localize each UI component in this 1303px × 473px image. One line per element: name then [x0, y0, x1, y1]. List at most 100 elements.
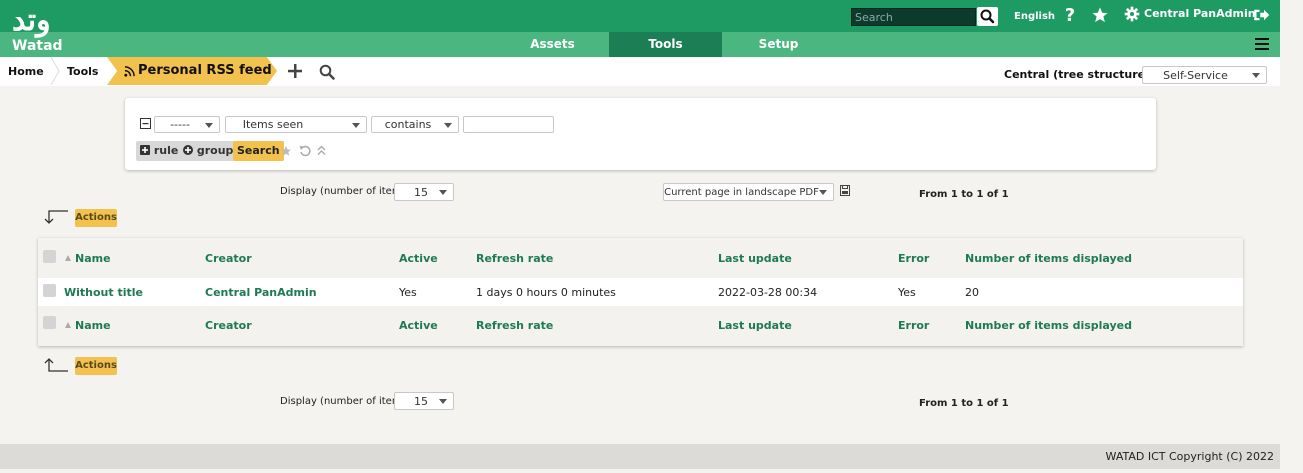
chevron-down-icon — [439, 190, 447, 195]
column-footer-items-displayed[interactable]: Number of items displayed — [965, 319, 1132, 332]
column-footer-refresh-rate[interactable]: Refresh rate — [476, 319, 553, 332]
profile-select[interactable]: Self-Service — [1142, 66, 1267, 84]
app-logo[interactable]: وتد Watad — [8, 3, 78, 55]
row-refresh-rate: 1 days 0 hours 0 minutes — [476, 286, 616, 299]
criteria-operator-value: contains — [384, 118, 432, 131]
table-header-row: Name Creator Active Refresh rate Last up… — [38, 238, 1243, 278]
reset-search-icon[interactable] — [299, 145, 311, 157]
criteria-field-value: Items seen — [242, 118, 304, 131]
star-favorite-icon[interactable] — [1091, 6, 1109, 24]
chevron-down-icon — [444, 122, 452, 128]
add-group-label: group — [196, 144, 234, 157]
gear-icon[interactable] — [1124, 6, 1140, 22]
logo-glyph: وتد — [12, 3, 53, 38]
add-rule-label: rule — [153, 144, 179, 157]
sort-asc-icon[interactable] — [65, 255, 71, 261]
criteria-link-value: ----- — [170, 118, 190, 131]
logo-text: Watad — [12, 38, 63, 54]
search-button[interactable] — [977, 7, 998, 26]
column-footer-creator[interactable]: Creator — [205, 319, 252, 332]
help-icon[interactable]: ? — [1063, 5, 1077, 25]
user-name[interactable]: Central PanAdmin — [1144, 7, 1256, 20]
page-size-select-top[interactable]: 15 — [394, 183, 454, 201]
column-header-name[interactable]: Name — [75, 252, 111, 265]
criteria-operator-select[interactable]: contains — [371, 116, 459, 133]
chevron-down-icon — [205, 122, 213, 128]
criteria-link-select[interactable]: ----- — [154, 116, 220, 133]
menu-item-assets[interactable]: Assets — [496, 32, 609, 57]
column-header-items-displayed[interactable]: Number of items displayed — [965, 252, 1132, 265]
column-footer-name[interactable]: Name — [75, 319, 111, 332]
pagination-range-bottom: From 1 to 1 of 1 — [919, 398, 1009, 409]
column-footer-error[interactable]: Error — [898, 319, 929, 332]
column-header-last-update[interactable]: Last update — [718, 252, 792, 265]
column-header-refresh-rate[interactable]: Refresh rate — [476, 252, 553, 265]
pagination-range-top: From 1 to 1 of 1 — [919, 189, 1009, 200]
export-select[interactable]: Current page in landscape PDF — [663, 183, 834, 201]
search-icon — [980, 9, 995, 24]
page-size-select-bottom[interactable]: 15 — [394, 392, 454, 410]
row-last-update: 2022-03-28 00:34 — [718, 286, 818, 299]
add-rule-button[interactable]: rule — [136, 141, 183, 161]
column-header-error[interactable]: Error — [898, 252, 929, 265]
column-header-active[interactable]: Active — [399, 252, 438, 265]
criteria-value-input[interactable] — [463, 116, 554, 133]
arrow-up-left-icon — [44, 358, 68, 372]
search-submit-button[interactable]: Search — [233, 141, 284, 161]
top-bar — [0, 0, 1280, 32]
chevron-down-icon — [1252, 73, 1260, 78]
criteria-field-select[interactable]: Items seen — [225, 116, 367, 133]
breadcrumb-separator-icon — [50, 57, 60, 85]
column-header-creator[interactable]: Creator — [205, 252, 252, 265]
select-all-checkbox[interactable] — [43, 250, 56, 263]
row-name-link[interactable]: Without title — [64, 286, 143, 299]
arrow-down-left-icon — [44, 210, 68, 224]
actions-button-bottom[interactable]: Actions — [75, 357, 117, 375]
display-count-label-bottom: Display (number of items) — [280, 396, 411, 407]
logout-icon[interactable] — [1252, 6, 1270, 24]
breadcrumb-home[interactable]: Home — [8, 57, 44, 86]
row-items-displayed: 20 — [965, 286, 979, 299]
breadcrumb-current: Personal RSS feed — [138, 63, 272, 78]
sort-asc-icon[interactable] — [65, 322, 71, 328]
display-count-label: Display (number of items) — [280, 186, 411, 197]
svg-text:?: ? — [1065, 5, 1075, 25]
column-footer-active[interactable]: Active — [399, 319, 438, 332]
export-save-icon[interactable] — [840, 185, 850, 196]
search-toggle-icon[interactable] — [319, 64, 335, 80]
page-size-value-bottom: 15 — [414, 395, 428, 408]
row-error: Yes — [898, 286, 916, 299]
fold-search-icon[interactable] — [317, 145, 326, 156]
select-all-checkbox-bottom[interactable] — [43, 316, 56, 329]
actions-button-top[interactable]: Actions — [75, 209, 117, 227]
chevron-down-icon — [439, 399, 447, 404]
chevron-down-icon — [352, 122, 360, 128]
rss-icon — [124, 66, 135, 77]
page-size-value: 15 — [414, 186, 428, 199]
data-table: Name Creator Active Refresh rate Last up… — [38, 238, 1243, 346]
export-option-value: Current page in landscape PDF — [664, 187, 819, 198]
plus-circle-icon — [183, 145, 193, 155]
collapse-criteria-icon[interactable] — [140, 118, 151, 129]
profile-select-value: Self-Service — [1163, 69, 1228, 82]
save-search-star-icon[interactable] — [280, 145, 292, 157]
menu-item-tools[interactable]: Tools — [609, 32, 722, 57]
row-creator-link[interactable]: Central PanAdmin — [205, 286, 317, 299]
add-group-button[interactable]: group — [179, 141, 238, 161]
row-checkbox[interactable] — [43, 284, 56, 297]
copyright-text: WATAD ICT Copyright (C) 2022 — [1105, 450, 1274, 463]
hamburger-menu-icon[interactable] — [1255, 38, 1269, 50]
add-icon[interactable] — [288, 64, 302, 78]
chevron-down-icon — [819, 190, 827, 195]
global-search-input[interactable] — [851, 8, 976, 26]
language-selector[interactable]: English — [1014, 11, 1055, 22]
row-active: Yes — [399, 286, 417, 299]
page-footer: WATAD ICT Copyright (C) 2022 — [0, 444, 1280, 469]
column-footer-last-update[interactable]: Last update — [718, 319, 792, 332]
menu-item-setup[interactable]: Setup — [722, 32, 835, 57]
entity-label[interactable]: Central (tree structure) — [1004, 68, 1150, 81]
breadcrumb-tools[interactable]: Tools — [67, 57, 98, 86]
table-row[interactable]: Without title Central PanAdmin Yes 1 day… — [38, 278, 1243, 306]
table-footer-row: Name Creator Active Refresh rate Last up… — [38, 306, 1243, 346]
plus-square-icon — [140, 145, 150, 155]
